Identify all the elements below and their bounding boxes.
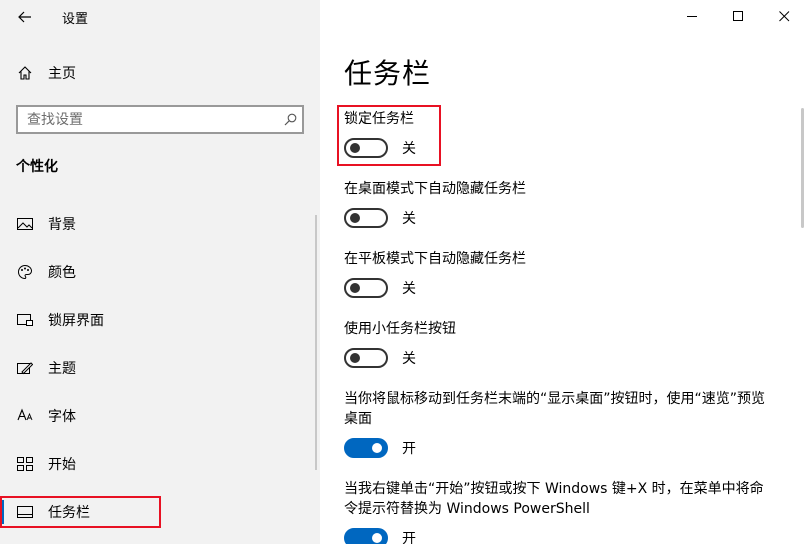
sidebar-item-themes[interactable]: 主题 bbox=[0, 344, 320, 392]
setting-autohide-desktop: 在桌面模式下自动隐藏任务栏 关 bbox=[344, 179, 774, 229]
sidebar-item-label: 开始 bbox=[48, 457, 76, 473]
sidebar: 设置 主页 个性化 背景 颜色 锁屏界面 bbox=[0, 0, 320, 544]
window-controls bbox=[669, 0, 807, 32]
setting-powershell: 当我右键单击“开始”按钮或按下 Windows 键+X 时，在菜单中将命令提示符… bbox=[344, 479, 774, 544]
font-icon bbox=[16, 407, 34, 425]
small-buttons-toggle[interactable] bbox=[344, 348, 388, 368]
setting-label: 在桌面模式下自动隐藏任务栏 bbox=[344, 181, 526, 197]
close-button[interactable] bbox=[761, 0, 807, 32]
peek-desktop-toggle[interactable] bbox=[344, 438, 388, 458]
toggle-state-text: 关 bbox=[402, 351, 416, 367]
theme-icon bbox=[16, 359, 34, 377]
nav-list: 背景 颜色 锁屏界面 主题 字体 开始 任务栏 bbox=[0, 200, 320, 536]
sidebar-item-label: 字体 bbox=[48, 409, 76, 425]
sidebar-item-label: 任务栏 bbox=[48, 505, 90, 521]
setting-label: 当你将鼠标移动到任务栏末端的“显示桌面”按钮时，使用“速览”预览桌面 bbox=[344, 391, 766, 427]
sidebar-item-label: 背景 bbox=[48, 217, 76, 233]
start-icon bbox=[16, 455, 34, 473]
search-icon[interactable] bbox=[278, 113, 302, 126]
back-arrow-icon bbox=[18, 11, 31, 23]
app-title: 设置 bbox=[62, 12, 89, 27]
sidebar-item-label: 锁屏界面 bbox=[48, 313, 104, 329]
setting-autohide-tablet: 在平板模式下自动隐藏任务栏 关 bbox=[344, 249, 774, 299]
autohide-tablet-toggle[interactable] bbox=[344, 278, 388, 298]
sidebar-item-lockscreen[interactable]: 锁屏界面 bbox=[0, 296, 320, 344]
main-content: 任务栏 锁定任务栏 关 在桌面模式下自动隐藏任务栏 关 在平板模式下自动隐藏任务… bbox=[320, 0, 807, 544]
setting-label: 当我右键单击“开始”按钮或按下 Windows 键+X 时，在菜单中将命令提示符… bbox=[344, 481, 764, 517]
nav-home-label: 主页 bbox=[48, 66, 76, 82]
home-icon bbox=[16, 64, 34, 82]
toggle-state-text: 关 bbox=[402, 211, 416, 227]
back-button[interactable] bbox=[14, 6, 36, 28]
page-title: 任务栏 bbox=[344, 57, 432, 90]
sidebar-item-taskbar[interactable]: 任务栏 bbox=[0, 488, 320, 536]
taskbar-icon bbox=[16, 503, 34, 521]
setting-label: 在平板模式下自动隐藏任务栏 bbox=[344, 251, 526, 267]
sidebar-item-colors[interactable]: 颜色 bbox=[0, 248, 320, 296]
close-icon bbox=[778, 10, 789, 21]
minimize-button[interactable] bbox=[669, 0, 715, 32]
setting-label: 使用小任务栏按钮 bbox=[344, 321, 456, 337]
setting-small-buttons: 使用小任务栏按钮 关 bbox=[344, 319, 774, 369]
lockscreen-icon bbox=[16, 311, 34, 329]
minimize-icon bbox=[686, 15, 697, 17]
setting-label: 锁定任务栏 bbox=[344, 111, 414, 127]
sidebar-item-label: 主题 bbox=[48, 361, 76, 377]
sidebar-item-start[interactable]: 开始 bbox=[0, 440, 320, 488]
lock-taskbar-toggle[interactable] bbox=[344, 138, 388, 158]
powershell-toggle[interactable] bbox=[344, 528, 388, 544]
toggle-state-text: 关 bbox=[402, 141, 416, 157]
sidebar-item-background[interactable]: 背景 bbox=[0, 200, 320, 248]
section-title: 个性化 bbox=[16, 159, 58, 175]
palette-icon bbox=[16, 263, 34, 281]
main-scrollbar[interactable] bbox=[801, 108, 804, 228]
sidebar-scrollbar[interactable] bbox=[315, 215, 317, 470]
maximize-button[interactable] bbox=[715, 0, 761, 32]
setting-lock-taskbar: 锁定任务栏 关 bbox=[344, 109, 774, 159]
maximize-icon bbox=[732, 10, 743, 21]
nav-home[interactable]: 主页 bbox=[16, 62, 76, 84]
toggle-state-text: 关 bbox=[402, 281, 416, 297]
autohide-desktop-toggle[interactable] bbox=[344, 208, 388, 228]
search-input[interactable] bbox=[18, 111, 278, 128]
picture-icon bbox=[16, 215, 34, 233]
sidebar-item-fonts[interactable]: 字体 bbox=[0, 392, 320, 440]
toggle-state-text: 开 bbox=[402, 441, 416, 457]
sidebar-item-label: 颜色 bbox=[48, 265, 76, 281]
setting-peek-desktop: 当你将鼠标移动到任务栏末端的“显示桌面”按钮时，使用“速览”预览桌面 开 bbox=[344, 389, 774, 459]
toggle-state-text: 开 bbox=[402, 531, 416, 544]
search-box[interactable] bbox=[16, 105, 304, 134]
